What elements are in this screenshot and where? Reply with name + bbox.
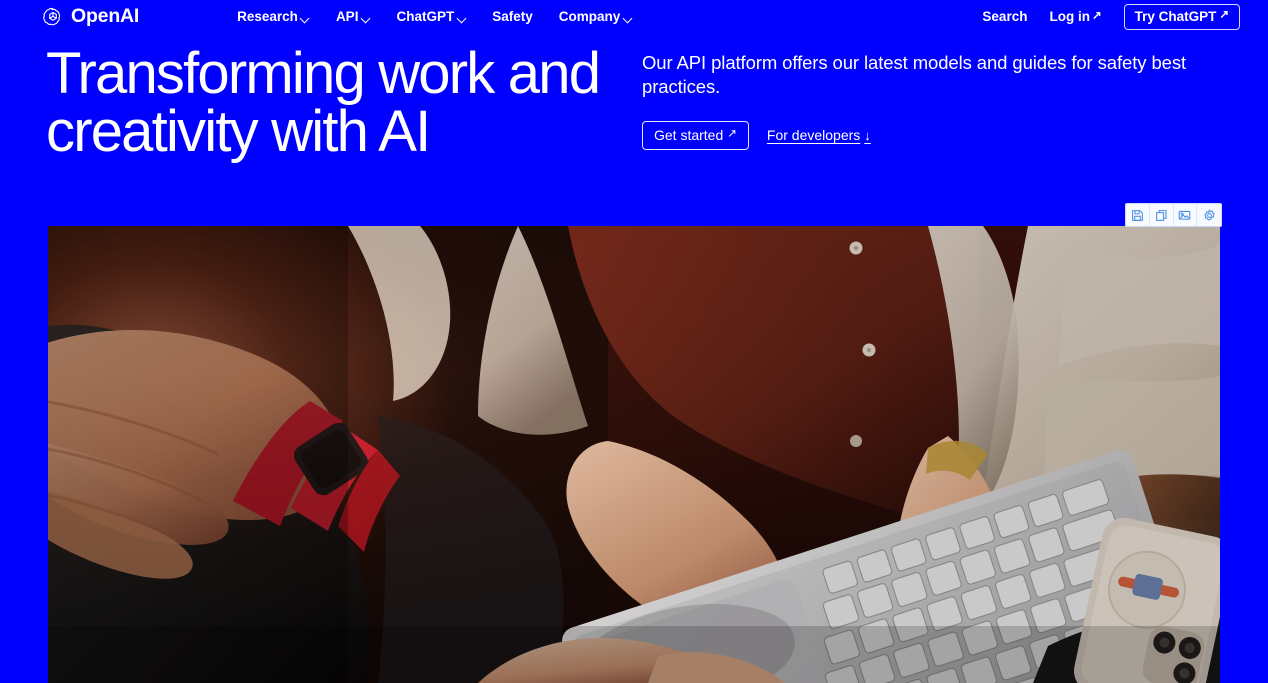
nav-item-label: Safety [492, 9, 533, 25]
get-started-button[interactable]: Get started ↗ [642, 120, 749, 150]
brand-logo-link[interactable]: OpenAI [42, 6, 139, 28]
nav-item-label: ChatGPT [396, 9, 455, 25]
site-navbar: OpenAI Research API ChatGPT Safety Compa… [0, 0, 1268, 34]
login-link[interactable]: Log in ↗ [1049, 10, 1101, 24]
hero-actions: Get started ↗ For developers ↓ [642, 120, 1224, 150]
openai-logo-icon [42, 6, 64, 28]
chevron-down-icon [623, 14, 632, 23]
page-title: Transforming work and creativity with AI [46, 41, 601, 164]
nav-item-label: API [335, 9, 359, 25]
hero-subtitle: Our API platform offers our latest model… [642, 52, 1187, 98]
search-button[interactable]: Search [982, 10, 1027, 24]
nav-item-safety[interactable]: Safety [492, 10, 533, 24]
nav-item-company[interactable]: Company [559, 10, 633, 24]
for-developers-link[interactable]: For developers ↓ [767, 128, 871, 142]
nav-item-chatgpt[interactable]: ChatGPT [396, 10, 466, 24]
image-icon [1178, 209, 1191, 222]
image-button[interactable] [1173, 204, 1198, 226]
nav-item-label: Research [237, 9, 298, 25]
nav-utility-group: Search Log in ↗ Try ChatGPT ↗ [982, 3, 1240, 31]
copy-button[interactable] [1149, 204, 1174, 226]
hero-section: Transforming work and creativity with AI… [0, 34, 1268, 226]
primary-nav: Research API ChatGPT Safety Company [237, 10, 632, 24]
login-label: Log in [1049, 9, 1090, 25]
nav-item-research[interactable]: Research [237, 10, 310, 24]
nav-item-api[interactable]: API [336, 10, 371, 24]
hero-photo [48, 226, 1220, 683]
save-icon [1131, 209, 1144, 222]
hero-right-column: Our API platform offers our latest model… [642, 34, 1224, 226]
save-button[interactable] [1126, 204, 1150, 226]
image-toolbar [1125, 203, 1222, 227]
chevron-down-icon [361, 14, 370, 23]
settings-button[interactable] [1197, 204, 1221, 226]
arrow-down-icon: ↓ [864, 127, 871, 143]
nav-item-label: Company [558, 9, 621, 25]
settings-gear-icon [1203, 208, 1216, 222]
arrow-up-right-icon: ↗ [727, 127, 737, 140]
copy-icon [1155, 209, 1168, 222]
arrow-up-right-icon: ↗ [1219, 9, 1229, 22]
for-developers-label: For developers [766, 127, 861, 144]
arrow-up-right-icon: ↗ [1091, 9, 1102, 22]
chevron-down-icon [301, 14, 310, 23]
chevron-down-icon [457, 14, 466, 23]
get-started-label: Get started [654, 126, 724, 143]
brand-name: OpenAI [71, 5, 140, 28]
hero-left-column: Transforming work and creativity with AI [46, 34, 642, 226]
hero-photo-image [48, 226, 1220, 683]
search-label: Search [982, 9, 1028, 25]
cta-label: Try ChatGPT [1134, 8, 1217, 24]
try-chatgpt-button[interactable]: Try ChatGPT ↗ [1123, 3, 1240, 31]
